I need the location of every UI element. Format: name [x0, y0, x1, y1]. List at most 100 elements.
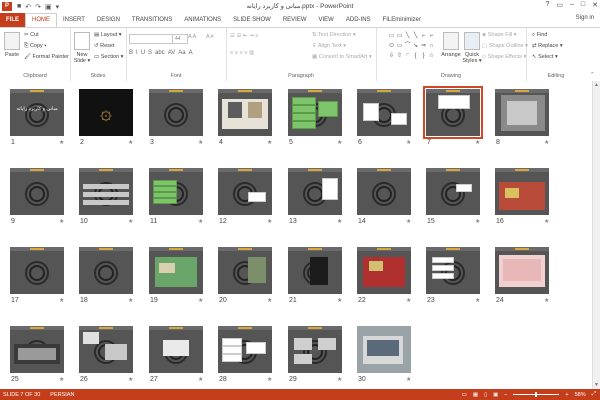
- tab-file[interactable]: FILE: [0, 13, 25, 27]
- shape-star-icon[interactable]: ☆: [428, 52, 435, 61]
- shape-oval-icon[interactable]: ⬭: [388, 42, 395, 51]
- transition-star-icon[interactable]: ★: [475, 139, 480, 146]
- shape-arch-icon[interactable]: ∩: [428, 42, 435, 51]
- transition-star-icon[interactable]: ★: [59, 218, 64, 225]
- slide-thumbnail[interactable]: [426, 168, 480, 215]
- slide-thumbnail[interactable]: [288, 247, 342, 294]
- paste-button[interactable]: Paste: [3, 32, 21, 58]
- underline-button[interactable]: U: [141, 50, 145, 56]
- transition-star-icon[interactable]: ★: [128, 297, 133, 304]
- grow-shrink-font-icon[interactable]: A A: [188, 34, 196, 40]
- transition-star-icon[interactable]: ★: [475, 297, 480, 304]
- transition-star-icon[interactable]: ★: [544, 297, 549, 304]
- tab-view[interactable]: VIEW: [313, 13, 340, 27]
- clear-formatting-icon[interactable]: A✕: [206, 34, 214, 40]
- sorter-view-icon[interactable]: ▦: [473, 392, 478, 398]
- shape-down-arrow-icon[interactable]: ⇩: [388, 52, 395, 61]
- cut-button[interactable]: ✂ Cut: [24, 32, 39, 38]
- transition-star-icon[interactable]: ★: [198, 218, 203, 225]
- slide-thumbnail[interactable]: [218, 168, 272, 215]
- bold-button[interactable]: B: [129, 50, 133, 56]
- shapes-gallery[interactable]: ▭ ▭ ╲ ╲ ⌐ ⌐ ⬭ ▭ ⌒ ↘ ⇒ ∩ ⇩ ⇧ ◜ { } ☆: [388, 32, 435, 64]
- zoom-level[interactable]: 58%: [575, 392, 586, 398]
- transition-star-icon[interactable]: ★: [406, 297, 411, 304]
- zoom-slider-thumb[interactable]: [535, 392, 538, 397]
- font-name-combo[interactable]: [129, 34, 173, 44]
- transition-star-icon[interactable]: ★: [128, 376, 133, 383]
- shape-effects-button[interactable]: ◇ Shape Effects ▾: [482, 54, 526, 60]
- shape-rect2-icon[interactable]: ▭: [396, 42, 403, 51]
- zoom-out-icon[interactable]: –: [504, 392, 507, 398]
- transition-star-icon[interactable]: ★: [337, 297, 342, 304]
- find-button[interactable]: ⌕ Find: [532, 32, 547, 39]
- slide-thumbnail[interactable]: [495, 168, 549, 215]
- transition-star-icon[interactable]: ★: [544, 218, 549, 225]
- transition-star-icon[interactable]: ★: [337, 139, 342, 146]
- shape-elbow-icon[interactable]: ⌐: [420, 32, 427, 41]
- shape-arc-icon[interactable]: ⌒: [404, 42, 411, 51]
- transition-star-icon[interactable]: ★: [544, 139, 549, 146]
- slide-thumbnail[interactable]: [10, 326, 64, 373]
- slide-thumbnail[interactable]: [149, 168, 203, 215]
- transition-star-icon[interactable]: ★: [267, 297, 272, 304]
- slide-thumbnail[interactable]: [426, 247, 480, 294]
- transition-star-icon[interactable]: ★: [406, 139, 411, 146]
- tab-transitions[interactable]: TRANSITIONS: [126, 13, 178, 27]
- italic-button[interactable]: I: [136, 50, 138, 56]
- font-color-button[interactable]: A: [189, 50, 193, 56]
- close-button[interactable]: ✕: [592, 1, 598, 9]
- zoom-in-icon[interactable]: +: [565, 392, 568, 398]
- tab-fileminimizer[interactable]: FILEminimizer: [377, 13, 427, 27]
- slide-thumbnail[interactable]: [218, 247, 272, 294]
- slide-thumbnail[interactable]: [357, 326, 411, 373]
- format-painter-button[interactable]: 🖌 Format Painter: [24, 54, 69, 60]
- scroll-up-icon[interactable]: ▲: [594, 82, 599, 88]
- shadow-button[interactable]: S: [148, 50, 152, 56]
- transition-star-icon[interactable]: ★: [267, 376, 272, 383]
- transition-star-icon[interactable]: ★: [337, 376, 342, 383]
- section-button[interactable]: ▭ Section ▾: [94, 54, 123, 60]
- ribbon-display-button[interactable]: ▭: [556, 1, 563, 9]
- slide-thumbnail[interactable]: [288, 326, 342, 373]
- transition-star-icon[interactable]: ★: [59, 376, 64, 383]
- reset-button[interactable]: ↺ Reset: [94, 43, 115, 49]
- scroll-down-icon[interactable]: ▼: [594, 382, 599, 388]
- slideshow-view-icon[interactable]: ▣: [493, 392, 498, 398]
- slide-thumbnail[interactable]: [218, 89, 272, 136]
- slide-thumbnail[interactable]: [79, 168, 133, 215]
- sign-in-link[interactable]: Sign in: [576, 15, 594, 21]
- shape-elbow2-icon[interactable]: ⌐: [428, 32, 435, 41]
- layout-button[interactable]: ▤ Layout ▾: [94, 32, 122, 38]
- font-size-combo[interactable]: 44: [172, 34, 188, 44]
- copy-button[interactable]: ⎘ Copy ▾: [24, 43, 47, 50]
- shape-line2-icon[interactable]: ╲: [412, 32, 419, 41]
- zoom-slider[interactable]: [513, 392, 560, 397]
- slide-thumbnail[interactable]: [149, 89, 203, 136]
- tab-insert[interactable]: INSERT: [57, 13, 91, 27]
- shape-textbox-icon[interactable]: ▭: [396, 32, 403, 41]
- shape-fill-button[interactable]: ◈ Shape Fill ▾: [482, 32, 517, 38]
- transition-star-icon[interactable]: ★: [198, 376, 203, 383]
- slide-thumbnail[interactable]: ۞: [79, 89, 133, 136]
- strikethrough-button[interactable]: abc: [155, 50, 165, 56]
- convert-smartart-button[interactable]: ▦ Convert to SmartArt ▾: [312, 54, 372, 60]
- shape-left-brace-icon[interactable]: {: [412, 52, 419, 61]
- shape-rectangle-icon[interactable]: ▭: [388, 32, 395, 41]
- shape-arrow-icon[interactable]: ↘: [412, 42, 419, 51]
- tab-add-ins[interactable]: ADD-INS: [340, 13, 377, 27]
- transition-star-icon[interactable]: ★: [128, 218, 133, 225]
- slide-thumbnail[interactable]: [10, 247, 64, 294]
- arrange-button[interactable]: Arrange: [440, 32, 462, 58]
- transition-star-icon[interactable]: ★: [406, 218, 411, 225]
- tab-home[interactable]: HOME: [25, 13, 57, 27]
- select-button[interactable]: ↖ Select ▾: [532, 54, 558, 60]
- slide-thumbnail[interactable]: [357, 89, 411, 136]
- transition-star-icon[interactable]: ★: [267, 139, 272, 146]
- character-spacing-button[interactable]: AV: [168, 50, 176, 56]
- shape-up-arrow-icon[interactable]: ⇧: [396, 52, 403, 61]
- replace-button[interactable]: ⇄ Replace ▾: [532, 43, 563, 49]
- slide-thumbnail[interactable]: [288, 168, 342, 215]
- language-status[interactable]: PERSIAN: [50, 392, 74, 398]
- collapse-ribbon-icon[interactable]: ⌃: [590, 72, 595, 78]
- fit-slide-icon[interactable]: ⤢: [592, 391, 596, 398]
